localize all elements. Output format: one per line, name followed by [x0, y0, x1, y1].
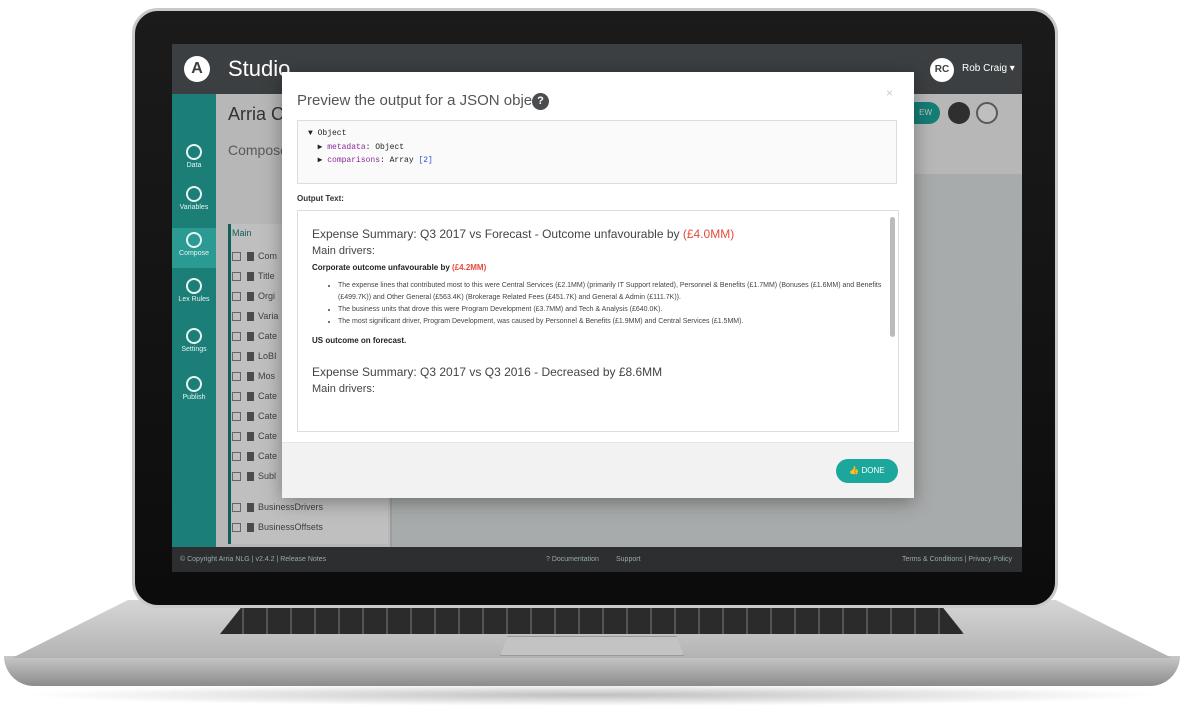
close-icon[interactable]: × — [886, 86, 893, 100]
sidebar-item-settings[interactable]: Settings — [172, 328, 216, 353]
modal-title: Preview the output for a JSON object — [297, 92, 544, 109]
scrollbar[interactable] — [890, 217, 895, 337]
sidebar-item-lex-rules[interactable]: Lex Rules — [172, 278, 216, 303]
main-drivers-label: Main drivers: — [312, 245, 375, 257]
modal-footer: 👍 DONE — [282, 442, 914, 498]
data-icon — [186, 144, 202, 160]
lex-rules-icon — [186, 278, 202, 294]
main-drivers-label-2: Main drivers: — [312, 383, 375, 395]
trackpad — [500, 636, 684, 656]
compose-icon — [186, 232, 202, 248]
help-icon[interactable]: ? — [532, 93, 549, 110]
keyboard — [220, 606, 964, 634]
summary-heading-1: Expense Summary: Q3 2017 vs Forecast - O… — [312, 227, 735, 241]
support-link[interactable]: Support — [616, 547, 641, 572]
output-text-label: Output Text: — [297, 194, 344, 203]
publish-icon — [186, 376, 202, 392]
arria-logo[interactable]: A — [184, 56, 210, 82]
us-outcome: US outcome on forecast. — [312, 336, 407, 345]
json-node-metadata[interactable]: ▶ metadata: Object — [308, 142, 886, 155]
variables-icon — [186, 186, 202, 202]
laptop-mockup: A Studio RC Rob Craig ▾ ↔ Data Variables… — [0, 0, 1184, 720]
summary-heading-2: Expense Summary: Q3 2017 vs Q3 2016 - De… — [312, 365, 663, 379]
terms-privacy-links[interactable]: Terms & Conditions | Privacy Policy — [902, 547, 1012, 572]
settings-icon — [186, 328, 202, 344]
preview-modal: Preview the output for a JSON object ? ×… — [282, 72, 914, 498]
sidebar-item-variables[interactable]: Variables — [172, 186, 216, 211]
json-root-node[interactable]: ▼ Object — [308, 129, 886, 142]
sidebar: Data Variables Compose Lex Rules Setting… — [172, 94, 216, 547]
list-item: The expense lines that contributed most … — [338, 280, 884, 304]
json-tree-viewer[interactable]: ▼ Object ▶ metadata: Object ▶ comparison… — [297, 120, 897, 184]
list-item: The most significant driver, Program Dev… — [338, 316, 884, 328]
driver-list: The expense lines that contributed most … — [312, 280, 884, 328]
json-node-comparisons[interactable]: ▶ comparisons: Array [2] — [308, 155, 886, 168]
list-item: The business units that drove this were … — [338, 304, 884, 316]
output-text-panel[interactable]: Expense Summary: Q3 2017 vs Forecast - O… — [297, 210, 899, 432]
sidebar-item-publish[interactable]: Publish — [172, 376, 216, 401]
corporate-outcome: Corporate outcome unfavourable by (£4.2M… — [312, 263, 487, 272]
footer: © Copyright Arria NLG | v2.4.2 | Release… — [172, 547, 1022, 572]
documentation-link[interactable]: ? Documentation — [546, 547, 599, 572]
sidebar-item-compose[interactable]: Compose — [172, 228, 216, 268]
laptop-base — [4, 656, 1180, 686]
copyright-text[interactable]: © Copyright Arria NLG | v2.4.2 | Release… — [180, 547, 326, 572]
user-avatar[interactable]: RC — [930, 58, 954, 82]
done-button[interactable]: 👍 DONE — [836, 459, 898, 483]
laptop-shadow — [20, 684, 1164, 706]
sidebar-item-data[interactable]: Data — [172, 144, 216, 169]
user-menu[interactable]: Rob Craig ▾ — [962, 63, 1015, 74]
